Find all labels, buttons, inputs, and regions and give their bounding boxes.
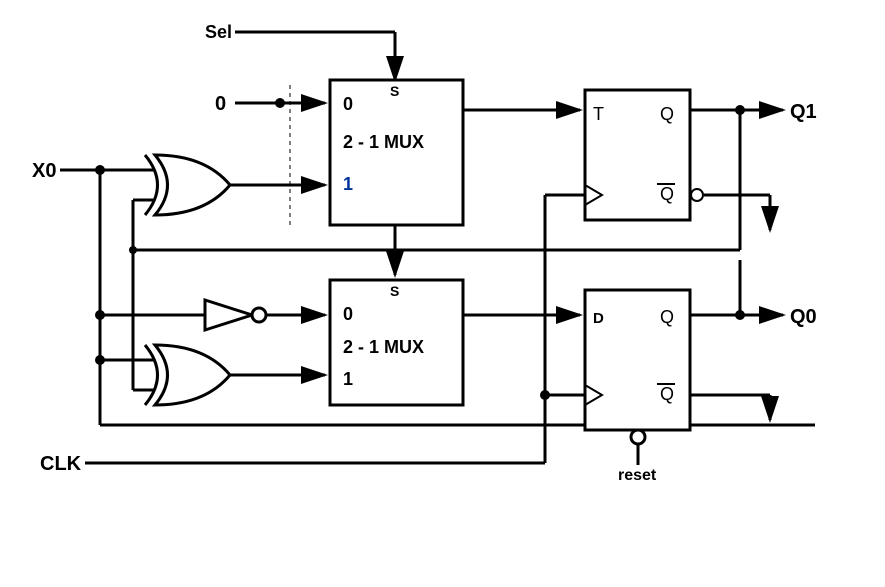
svg-text:Q: Q	[660, 184, 674, 204]
svg-text:S: S	[390, 83, 399, 99]
svg-text:Q: Q	[660, 104, 674, 124]
svg-text:0: 0	[343, 304, 353, 324]
label-zero: 0	[215, 93, 226, 115]
mux-top: S 0 2 - 1 MUX 1	[330, 80, 463, 225]
junction-dot	[275, 98, 285, 108]
svg-text:Q: Q	[660, 307, 674, 327]
label-q1: Q1	[790, 101, 817, 123]
mux-bottom: S 0 2 - 1 MUX 1	[330, 280, 463, 405]
label-reset: reset	[618, 467, 657, 484]
svg-text:T: T	[593, 104, 604, 124]
circuit-diagram: Sel 0 X0 CLK reset Q1 Q0	[0, 0, 885, 587]
svg-text:2 - 1 MUX: 2 - 1 MUX	[343, 132, 424, 152]
svg-text:1: 1	[343, 174, 353, 194]
t-flipflop: T Q Q	[585, 90, 703, 220]
label-x0: X0	[32, 160, 56, 182]
label-clk: CLK	[40, 453, 82, 475]
svg-text:D: D	[593, 310, 604, 327]
not-gate	[205, 300, 266, 330]
label-q0: Q0	[790, 306, 817, 328]
svg-text:1: 1	[343, 369, 353, 389]
svg-text:2 - 1 MUX: 2 - 1 MUX	[343, 337, 424, 357]
label-sel: Sel	[205, 22, 232, 42]
svg-text:0: 0	[343, 94, 353, 114]
svg-text:Q: Q	[660, 384, 674, 404]
d-flipflop: D Q Q	[585, 290, 690, 444]
xor-gate-bottom	[145, 345, 230, 405]
xor-gate-top	[145, 155, 230, 215]
svg-text:S: S	[390, 283, 399, 299]
